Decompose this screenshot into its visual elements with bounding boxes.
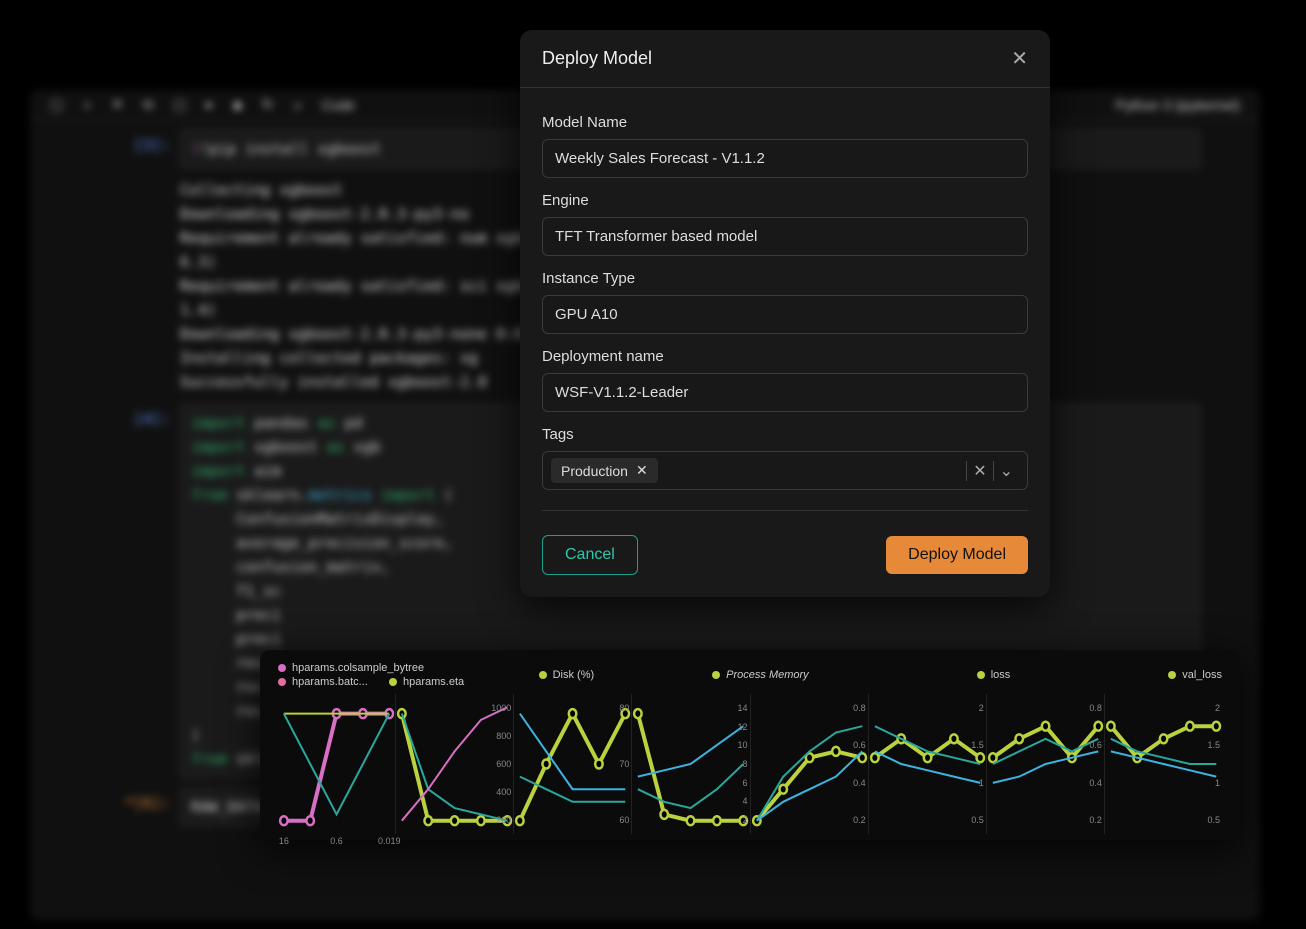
chart-panel: 1412108642 bbox=[631, 694, 749, 834]
deployment-name-label: Deployment name bbox=[542, 348, 1028, 365]
kernel-indicator[interactable]: Python 3 (ipykernel) bbox=[1115, 97, 1240, 113]
engine-input[interactable] bbox=[542, 217, 1028, 256]
restart-icon[interactable]: ↻ bbox=[262, 96, 274, 113]
cell-prompt: *[6]: bbox=[110, 788, 170, 826]
paste-icon[interactable]: ▢ bbox=[173, 96, 186, 113]
chart-panel: 1000800600400200 bbox=[395, 694, 513, 834]
deployment-name-input[interactable] bbox=[542, 373, 1028, 412]
metrics-chart-strip: hparams.colsample_bytree hparams.batc...… bbox=[260, 650, 1240, 840]
cell-prompt: [3]: bbox=[110, 130, 170, 394]
cancel-button[interactable]: Cancel bbox=[542, 535, 638, 575]
chevron-down-icon[interactable]: ⌄ bbox=[993, 461, 1019, 481]
clear-tags-icon[interactable]: ✕ bbox=[966, 461, 992, 481]
chart-panel: 807060 bbox=[513, 694, 631, 834]
chart-legend: hparams.colsample_bytree hparams.batc...… bbox=[278, 662, 1222, 688]
close-icon[interactable]: ✕ bbox=[1011, 46, 1028, 71]
model-name-label: Model Name bbox=[542, 114, 1028, 131]
chart-panel: 21.510.5 bbox=[868, 694, 986, 834]
run-icon[interactable]: ▸ bbox=[206, 96, 213, 113]
stop-icon[interactable]: ■ bbox=[233, 97, 241, 113]
fastforward-icon[interactable]: » bbox=[294, 97, 302, 113]
instance-type-input[interactable] bbox=[542, 295, 1028, 334]
cut-icon[interactable]: ✕ bbox=[111, 96, 123, 113]
divider bbox=[542, 510, 1028, 511]
chart-panel: 21.510.5 bbox=[1104, 694, 1222, 834]
tags-input[interactable]: Production ✕ ✕ ⌄ bbox=[542, 451, 1028, 490]
instance-type-label: Instance Type bbox=[542, 270, 1028, 287]
chart-panel: 0.80.60.40.2 bbox=[750, 694, 868, 834]
chart-panel: 0.80.60.40.2 bbox=[986, 694, 1104, 834]
engine-label: Engine bbox=[542, 192, 1028, 209]
copy-icon[interactable]: ⧉ bbox=[143, 96, 153, 113]
cell-prompt: [4]: bbox=[110, 404, 170, 778]
chart-panel: 160.60.019 bbox=[278, 694, 395, 834]
tag-label: Production bbox=[561, 463, 628, 479]
code-dropdown[interactable]: Code bbox=[321, 97, 354, 113]
add-icon[interactable]: + bbox=[83, 97, 91, 113]
tag-remove-icon[interactable]: ✕ bbox=[636, 462, 648, 479]
save-icon[interactable]: ▢ bbox=[50, 96, 63, 113]
model-name-input[interactable] bbox=[542, 139, 1028, 178]
deploy-button[interactable]: Deploy Model bbox=[886, 536, 1028, 574]
tags-label: Tags bbox=[542, 426, 1028, 443]
deploy-model-modal: Deploy Model ✕ Model Name Engine Instanc… bbox=[520, 30, 1050, 597]
modal-title: Deploy Model bbox=[542, 48, 652, 69]
tag-pill[interactable]: Production ✕ bbox=[551, 458, 658, 483]
